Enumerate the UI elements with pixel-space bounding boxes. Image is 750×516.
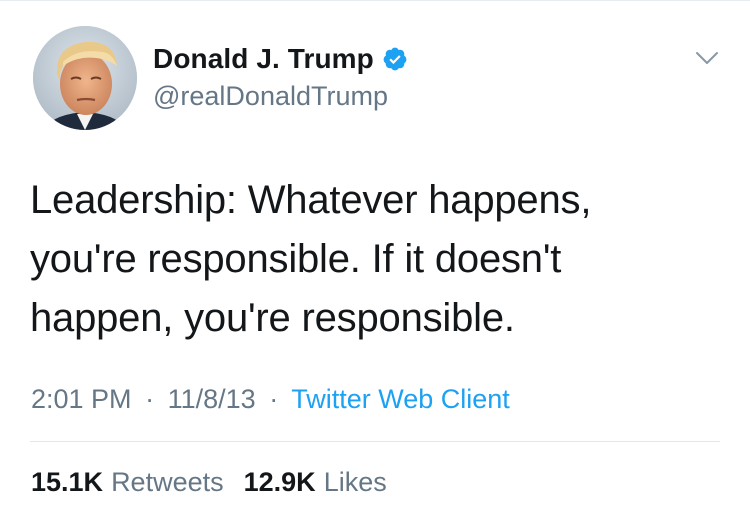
meta-separator: · [145, 384, 155, 414]
avatar-photo [33, 26, 137, 130]
avatar[interactable] [33, 26, 137, 130]
tweet-time[interactable]: 2:01 PM [31, 384, 132, 414]
display-name[interactable]: Donald J. Trump [153, 41, 374, 77]
tweet-date[interactable]: 11/8/13 [168, 384, 256, 414]
divider [30, 441, 720, 442]
meta-separator: · [269, 384, 279, 414]
likes-stat[interactable]: 12.9K Likes [244, 464, 387, 500]
tweet-card: Donald J. Trump @realDonaldTrump Leaders… [0, 0, 750, 516]
retweets-stat[interactable]: 15.1K Retweets [31, 464, 224, 500]
retweets-label: Retweets [111, 467, 224, 497]
retweets-count: 15.1K [31, 467, 104, 497]
user-handle[interactable]: @realDonaldTrump [153, 79, 388, 113]
tweet-stats: 15.1K Retweets 12.9K Likes [31, 464, 407, 500]
likes-label: Likes [323, 467, 387, 497]
tweet-meta: 2:01 PM · 11/8/13 · Twitter Web Client [31, 381, 510, 417]
name-row: Donald J. Trump [153, 41, 408, 77]
likes-count: 12.9K [243, 467, 316, 497]
chevron-down-icon[interactable] [694, 49, 720, 67]
tweet-text: Leadership: Whatever happens, you're res… [30, 178, 592, 340]
client-link[interactable]: Twitter Web Client [291, 384, 510, 414]
verified-badge-icon [382, 46, 408, 72]
